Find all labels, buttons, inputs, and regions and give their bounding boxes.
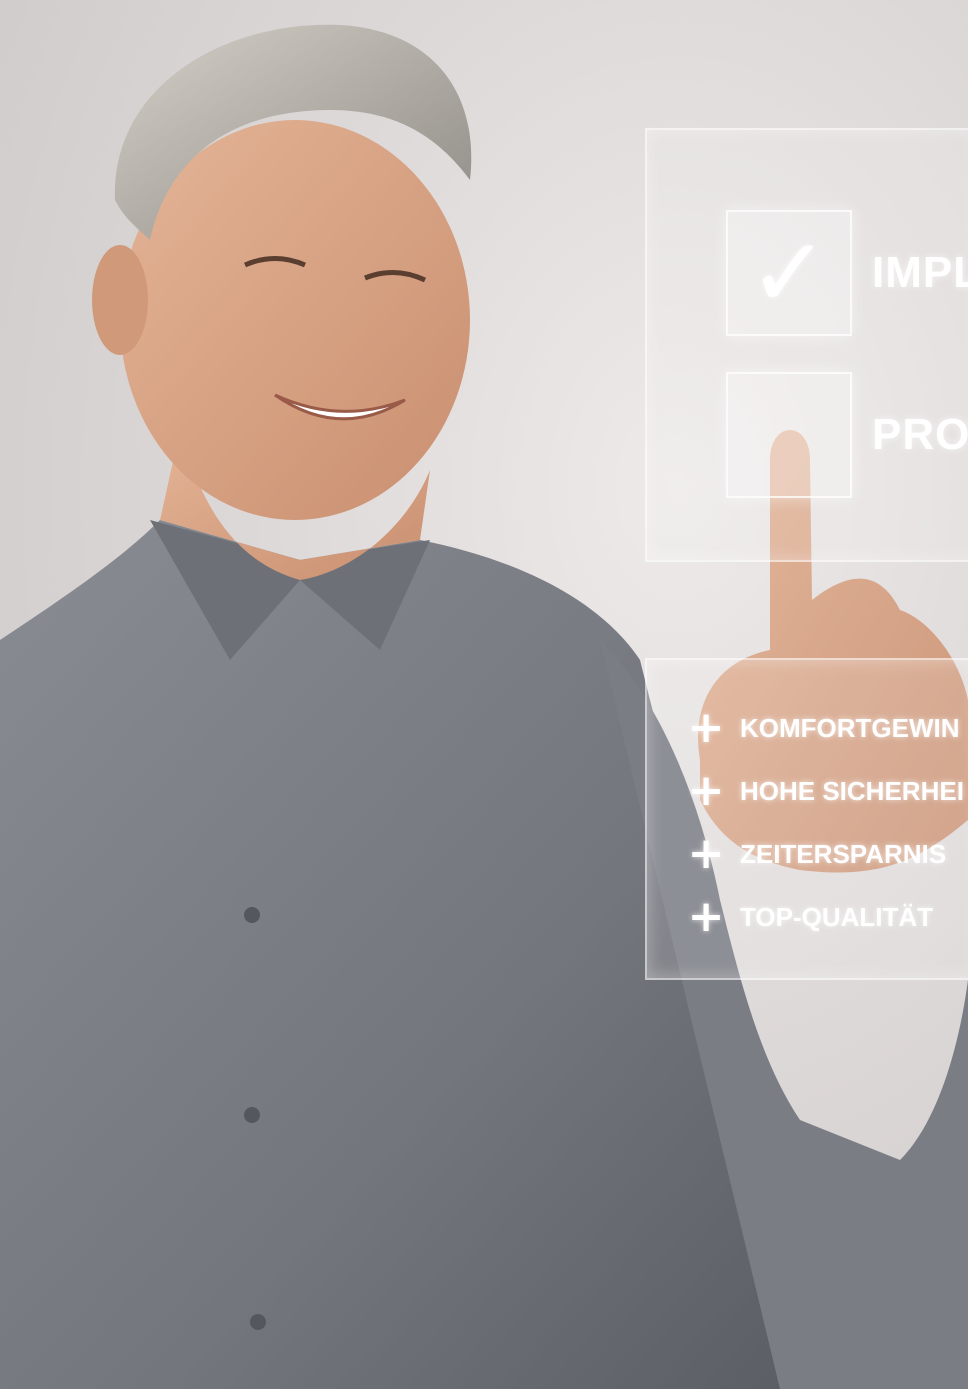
plus-icon: + (687, 708, 725, 748)
benefit-item: + TOP-QUALITÄT (684, 897, 968, 937)
plus-icon: + (687, 771, 725, 811)
benefit-text: ZEITERSPARNIS (740, 838, 947, 869)
option-label-impl: IMPL (872, 248, 968, 297)
plus-icon: + (687, 897, 725, 937)
plus-icon: + (687, 834, 725, 874)
benefit-text: HOHE SICHERHEI (740, 775, 964, 806)
photo-scene: ✓ IMPL PROT + KOMFORTGEWIN + HOHE SICHER… (0, 0, 968, 1389)
checkmark-icon: ✓ (748, 217, 830, 329)
benefit-item: + HOHE SICHERHEI (684, 771, 968, 811)
benefit-text: TOP-QUALITÄT (740, 901, 934, 932)
option-checkbox-impl[interactable]: ✓ (726, 210, 852, 336)
option-label-prot: PROT (872, 410, 968, 459)
benefit-item: + KOMFORTGEWIN (684, 708, 968, 748)
benefit-item: + ZEITERSPARNIS (684, 834, 968, 874)
benefit-text: KOMFORTGEWIN (740, 712, 960, 743)
option-checkbox-prot[interactable] (726, 372, 852, 498)
